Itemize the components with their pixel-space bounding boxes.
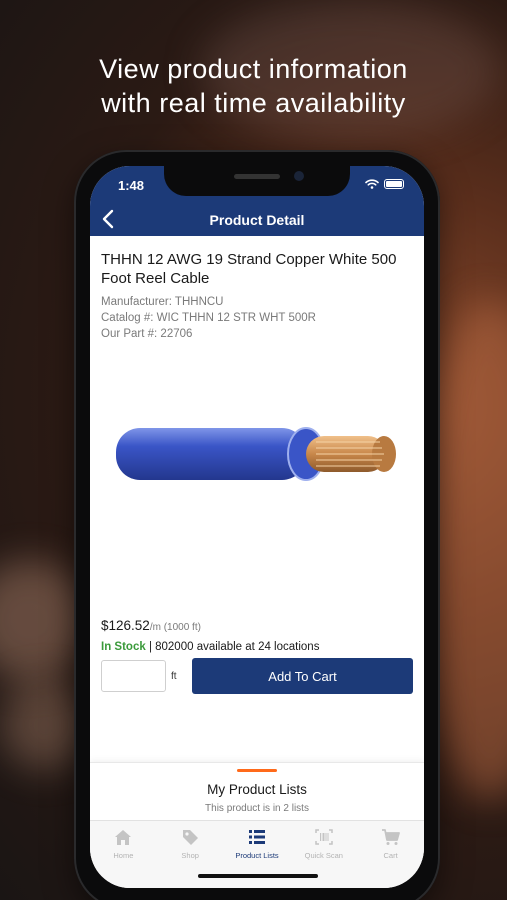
home-icon: [115, 830, 132, 845]
tab-home[interactable]: Home: [90, 821, 157, 888]
stock-status: In Stock: [101, 641, 146, 653]
add-to-cart-button[interactable]: Add To Cart: [192, 658, 413, 694]
list-icon: [248, 830, 265, 844]
barcode-scan-icon: [315, 829, 333, 845]
tab-label: Cart: [383, 851, 398, 860]
tab-cart[interactable]: Cart: [357, 821, 424, 888]
product-meta: Manufacturer: THHNCU Catalog #: WIC THHN…: [101, 294, 415, 342]
tab-label: Product Lists: [235, 851, 279, 860]
phone-notch: [164, 166, 350, 196]
price-row: $126.52/m (1000 ft): [101, 618, 201, 633]
availability-text: | 802000 available at 24 locations: [148, 641, 320, 653]
headline-line-1: View product information: [99, 54, 408, 84]
tab-label: Shop: [181, 851, 199, 860]
tab-label: Quick Scan: [304, 851, 343, 860]
product-lists-title: My Product Lists: [207, 782, 307, 797]
catalog-number: Catalog #: WIC THHN 12 STR WHT 500R: [101, 312, 316, 324]
wifi-icon: [365, 179, 379, 189]
page-title: Product Detail: [209, 212, 305, 228]
product-info: THHN 12 AWG 19 Strand Copper White 500 F…: [101, 250, 415, 342]
phone-frame: 1:48 Product Detail THHN 12 AWG 19 Stran…: [74, 150, 440, 900]
price-unit: /m (1000 ft): [149, 622, 201, 633]
drag-handle[interactable]: [237, 769, 277, 772]
headline: View product information with real time …: [0, 52, 507, 120]
front-camera: [294, 171, 304, 181]
navigation-bar: 1:48 Product Detail: [90, 166, 424, 236]
product-title: THHN 12 AWG 19 Strand Copper White 500 F…: [101, 251, 397, 287]
cart-icon: [381, 829, 400, 845]
status-time: 1:48: [118, 178, 145, 193]
quantity-input[interactable]: [101, 660, 166, 692]
tab-label: Home: [113, 851, 134, 860]
speaker-grille: [234, 174, 280, 179]
product-price: $126.52: [101, 618, 150, 633]
status-icons: [365, 179, 404, 189]
home-indicator: [198, 874, 318, 878]
phone-screen: 1:48 Product Detail THHN 12 AWG 19 Stran…: [90, 166, 424, 888]
manufacturer: Manufacturer: THHNCU: [101, 296, 224, 308]
battery-icon: [384, 179, 404, 189]
availability-row: In Stock | 802000 available at 24 locati…: [101, 641, 319, 653]
product-lists-panel[interactable]: My Product Lists This product is in 2 li…: [90, 762, 424, 820]
part-number: Our Part #: 22706: [101, 328, 193, 340]
headline-line-2: with real time availability: [101, 88, 406, 118]
tag-icon: [183, 830, 199, 845]
quantity-unit: ft: [171, 671, 177, 682]
product-lists-subtitle: This product is in 2 lists: [205, 803, 309, 814]
product-image: [116, 427, 396, 481]
